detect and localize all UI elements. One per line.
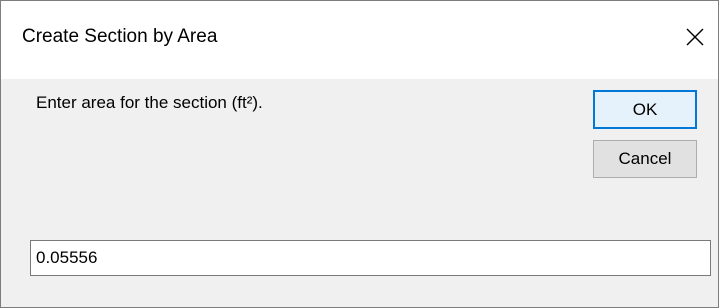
ok-button[interactable]: OK xyxy=(593,90,697,129)
dialog-body: Enter area for the section (ft²). OK Can… xyxy=(1,79,718,307)
close-icon xyxy=(686,28,704,46)
dialog-title: Create Section by Area xyxy=(22,26,218,47)
cancel-button[interactable]: Cancel xyxy=(593,140,697,178)
area-input[interactable] xyxy=(30,240,711,276)
title-bar: Create Section by Area xyxy=(1,1,718,79)
close-button[interactable] xyxy=(673,17,717,57)
area-prompt-label: Enter area for the section (ft²). xyxy=(36,93,263,112)
create-section-dialog: Create Section by Area Enter area for th… xyxy=(0,0,719,308)
